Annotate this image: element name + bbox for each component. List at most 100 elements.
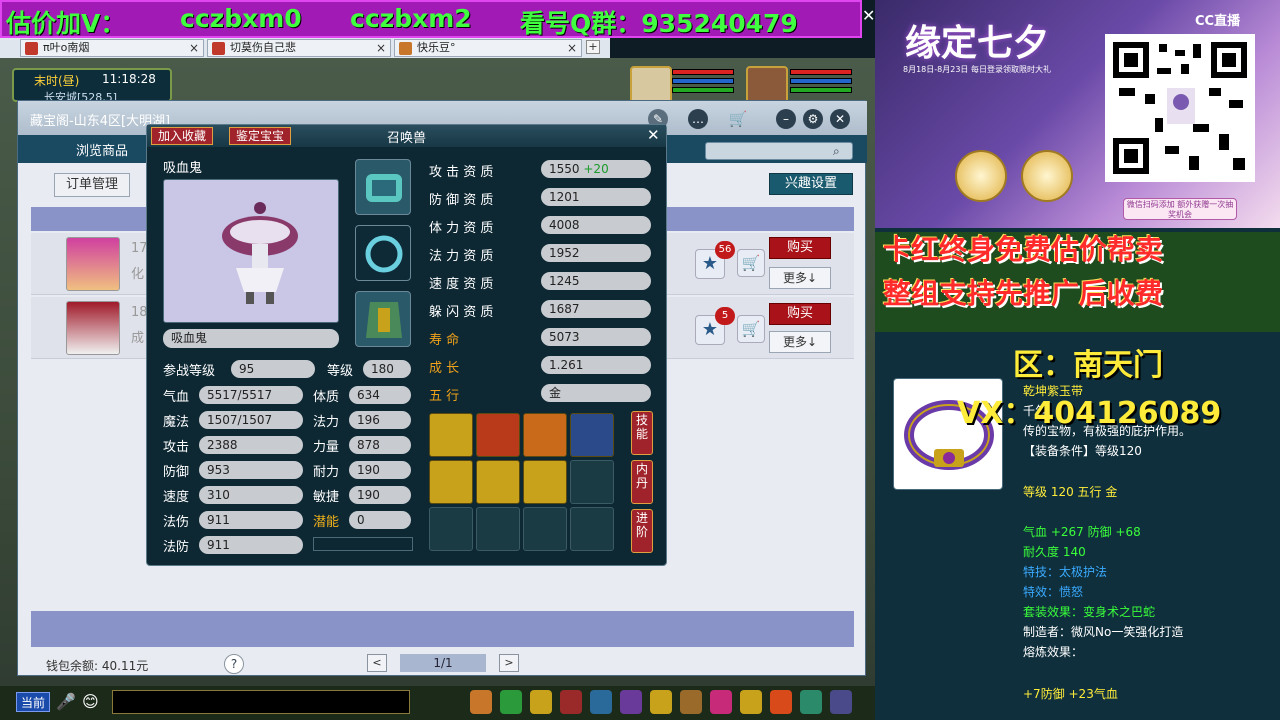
prev-page-button[interactable]: <	[367, 654, 387, 672]
skill-double-sword-icon[interactable]	[429, 460, 473, 504]
minimize-icon[interactable]: –	[776, 109, 796, 129]
advance-tab-button[interactable]: 进阶	[631, 509, 653, 553]
tab-close-icon[interactable]: ×	[567, 40, 577, 56]
list-footer	[31, 611, 854, 647]
attr-value: 196	[349, 411, 411, 429]
stream-side-panel: 缘定七夕 8月18日-8月23日 每日登录领取限时大礼 CC直播 微信扫码添加 …	[875, 0, 1280, 720]
equip-slot-armor-icon[interactable]	[355, 291, 411, 347]
tray-team-icon[interactable]	[590, 690, 612, 714]
tray-pet-icon[interactable]	[500, 690, 522, 714]
emoji-icon[interactable]: 😊	[82, 692, 99, 711]
tray-shop-icon[interactable]	[740, 690, 762, 714]
region-label: 区：南天门	[1013, 348, 1163, 383]
attr-label: 耐力	[313, 465, 340, 480]
more-button[interactable]: 更多↓	[769, 331, 831, 353]
chat-icon[interactable]: …	[688, 109, 708, 129]
aptitude-label: 法 力 资 质	[429, 249, 494, 264]
settings-icon[interactable]: ⚙	[803, 109, 823, 129]
level-value: 180	[363, 360, 411, 378]
stat-value: 911	[199, 536, 303, 554]
add-cart-icon[interactable]: 🛒	[737, 249, 765, 277]
aptitude-label: 防 御 资 质	[429, 193, 494, 208]
inner-core-tab-button[interactable]: 内丹	[631, 460, 653, 504]
tray-system-icon[interactable]	[800, 690, 822, 714]
tray-guild-icon[interactable]	[680, 690, 702, 714]
new-tab-button[interactable]: +	[586, 40, 600, 54]
equip-slot-collar-icon[interactable]	[355, 159, 411, 215]
wallet-balance: 钱包余额: 40.11元	[46, 659, 149, 673]
attr-label: 力量	[313, 440, 340, 455]
ad-title: 缘定七夕	[905, 22, 1050, 64]
tray-skill-icon[interactable]	[560, 690, 582, 714]
close-icon[interactable]: ✕	[830, 109, 850, 129]
next-page-button[interactable]: >	[499, 654, 519, 672]
item-level-element: 等级 120 五行 金	[1023, 485, 1118, 499]
tab-label: 切莫伤自己悲	[230, 41, 296, 54]
browser-tab-3[interactable]: 快乐豆° ×	[394, 39, 582, 57]
aptitude-label: 躲 闪 资 质	[429, 305, 494, 320]
chat-input[interactable]	[112, 690, 410, 714]
tray-menu-icon[interactable]	[830, 690, 852, 714]
promo-banner: 估价加V： cczbxm0 cczbxm2 看号Q群：935240479	[0, 0, 862, 38]
tray-friend-icon[interactable]	[620, 690, 642, 714]
banner-close-icon[interactable]: ✕	[862, 6, 875, 25]
contact-vx: VX：404126089	[957, 396, 1222, 431]
search-icon[interactable]: ⌕	[833, 144, 840, 159]
skill-sword-icon[interactable]	[523, 460, 567, 504]
clock-time: 11:18:28	[102, 72, 156, 86]
reward-coin-icon	[1021, 150, 1073, 202]
browser-tab-1[interactable]: π叶o南烟 ×	[20, 39, 204, 57]
microphone-icon[interactable]: 🎤	[56, 692, 76, 711]
tray-item-icon[interactable]	[530, 690, 552, 714]
search-input[interactable]	[705, 142, 853, 160]
tray-bag-icon[interactable]	[470, 690, 492, 714]
channel-current-button[interactable]: 当前	[16, 692, 50, 712]
attr-label: 敏捷	[313, 490, 340, 505]
pet-window-title: 召唤兽	[387, 131, 427, 146]
aptitude-label: 速 度 资 质	[429, 277, 494, 292]
skill-cross-sword-icon[interactable]	[476, 460, 520, 504]
skill-empty-slot	[523, 507, 567, 551]
tray-gift-icon[interactable]	[710, 690, 732, 714]
event-ad-image[interactable]: 缘定七夕 8月18日-8月23日 每日登录领取限时大礼 CC直播 微信扫码添加 …	[875, 0, 1280, 228]
buy-button[interactable]: 购买	[769, 237, 831, 259]
skill-person-icon[interactable]	[570, 413, 614, 457]
tray-event-icon[interactable]	[770, 690, 792, 714]
tab-browse-goods[interactable]: 浏览商品	[76, 140, 128, 159]
skill-bite-icon[interactable]	[476, 413, 520, 457]
pet-close-icon[interactable]: ✕	[647, 126, 660, 144]
item-durability: 耐久度 140	[1023, 545, 1086, 559]
favorite-count-badge: 5	[715, 307, 735, 325]
tray-task-icon[interactable]	[650, 690, 672, 714]
skill-eye-icon[interactable]	[429, 413, 473, 457]
promo-line-2: 整组支持先推广后收费	[883, 277, 1164, 310]
reward-coin-icon	[955, 150, 1007, 202]
skill-beast-icon[interactable]	[523, 413, 567, 457]
battle-level-label: 参战等级	[163, 364, 216, 379]
appraise-pet-tab[interactable]: 鉴定宝宝	[229, 127, 292, 145]
role-avatar	[66, 237, 120, 291]
skills-tab-button[interactable]: 技能	[631, 411, 653, 455]
page-indicator: 1/1	[400, 654, 486, 672]
stat-label: 法伤	[163, 515, 190, 530]
help-icon[interactable]: ?	[224, 654, 244, 674]
stat-value: 5517/5517	[199, 386, 303, 404]
tab-close-icon[interactable]: ×	[376, 40, 386, 56]
tab-close-icon[interactable]: ×	[189, 40, 199, 56]
add-favorite-tab[interactable]: 加入收藏	[151, 127, 214, 145]
cart-icon[interactable]: 🛒	[728, 109, 748, 129]
more-button[interactable]: 更多↓	[769, 267, 831, 289]
stat-label: 防御	[163, 465, 190, 480]
order-management-button[interactable]: 订单管理	[54, 173, 130, 197]
interest-settings-button[interactable]: 兴趣设置	[769, 173, 853, 195]
add-cart-icon[interactable]: 🛒	[737, 315, 765, 343]
decorative-border	[313, 537, 413, 551]
aptitude-value: 1201	[541, 188, 651, 206]
buy-button[interactable]: 购买	[769, 303, 831, 325]
browser-tab-2[interactable]: 切莫伤自己悲 ×	[207, 39, 391, 57]
item-equip-req: 【装备条件】等级120	[1023, 444, 1142, 458]
equip-slot-ring-icon[interactable]	[355, 225, 411, 281]
stat-value: 1507/1507	[199, 411, 303, 429]
game-clock: 末时(昼) 11:18:28 长安城[528,5]	[12, 68, 172, 104]
aptitude-bonus: +20	[583, 162, 609, 176]
